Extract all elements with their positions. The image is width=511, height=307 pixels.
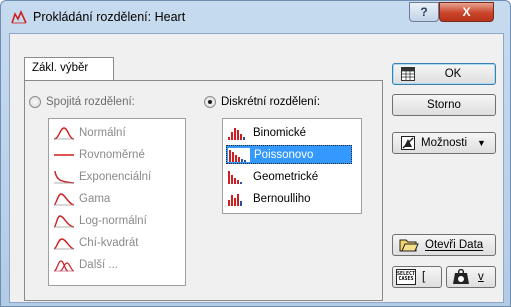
normal-curve-icon bbox=[53, 126, 75, 140]
tab-basic-selection[interactable]: Zákl. výběr bbox=[24, 57, 114, 81]
window-title: Prokládání rozdělení: Heart bbox=[33, 10, 186, 24]
list-item-lognormal[interactable]: Log-normální bbox=[52, 211, 178, 230]
list-item-uniform[interactable]: Rovnoměrné bbox=[52, 145, 178, 164]
continuous-distribution-list[interactable]: Normální Rovnoměrné Exponenciální Gama L… bbox=[48, 118, 186, 286]
continuous-radio[interactable]: Spojitá rozdělení: bbox=[29, 96, 135, 108]
dialog-window: Prokládání rozdělení: Heart ? X Zákl. vý… bbox=[0, 0, 511, 307]
ok-button[interactable]: OK bbox=[392, 63, 496, 85]
radio-circle bbox=[29, 96, 41, 108]
list-item-binomial[interactable]: Binomické bbox=[226, 123, 352, 142]
gamma-curve-icon bbox=[53, 192, 75, 206]
list-item-bernoulli[interactable]: Bernoulliho bbox=[226, 189, 352, 208]
continuous-radio-label: Spojitá rozdělení: bbox=[46, 96, 135, 108]
app-icon bbox=[11, 10, 27, 24]
histogram-icon bbox=[228, 170, 242, 184]
histogram-icon bbox=[228, 193, 242, 206]
radio-circle bbox=[204, 96, 216, 108]
cancel-button[interactable]: Storno bbox=[392, 94, 496, 116]
close-icon: X bbox=[462, 5, 471, 19]
dialog-body: Zákl. výběr Spojitá rozdělení: Diskrétní… bbox=[9, 33, 504, 303]
list-item-normal[interactable]: Normální bbox=[52, 123, 178, 142]
dropdown-arrow-icon: ▼ bbox=[477, 138, 486, 148]
list-item-gamma[interactable]: Gama bbox=[52, 189, 178, 208]
open-data-button[interactable]: Otevři Data bbox=[392, 234, 496, 256]
list-item-poisson[interactable]: Poissonovo bbox=[226, 145, 352, 164]
help-icon: ? bbox=[420, 5, 428, 19]
options-button[interactable]: Možnosti ▼ bbox=[392, 132, 496, 154]
list-item-more[interactable]: Další ... bbox=[52, 255, 178, 274]
uniform-line-icon bbox=[54, 153, 74, 156]
close-button[interactable]: X bbox=[439, 2, 494, 22]
multiple-curves-icon bbox=[53, 259, 75, 272]
help-button[interactable]: ? bbox=[409, 2, 439, 22]
histogram-icon bbox=[228, 147, 250, 162]
list-item-chisquare[interactable]: Chí-kvadrát bbox=[52, 233, 178, 252]
discrete-radio[interactable]: Diskrétní rozdělení: bbox=[204, 96, 320, 108]
weight-icon bbox=[453, 269, 469, 284]
tab-panel: Spojitá rozdělení: Diskrétní rozdělení: … bbox=[24, 80, 383, 301]
histogram-icon bbox=[228, 127, 245, 140]
list-item-geometric[interactable]: Geometrické bbox=[226, 167, 352, 186]
select-cases-button[interactable]: SELECT CASES [ bbox=[392, 266, 442, 288]
discrete-distribution-list[interactable]: Binomické Poissonovo Geometrické Bernoul… bbox=[222, 118, 362, 214]
weights-button[interactable]: v bbox=[446, 266, 496, 288]
open-folder-icon bbox=[399, 239, 419, 252]
options-icon bbox=[401, 136, 415, 150]
discrete-radio-label: Diskrétní rozdělení: bbox=[221, 96, 321, 108]
chisquare-curve-icon bbox=[53, 237, 75, 250]
grid-icon bbox=[401, 67, 415, 81]
lognormal-curve-icon bbox=[53, 214, 75, 228]
list-item-exponential[interactable]: Exponenciální bbox=[52, 167, 178, 186]
select-cases-icon: SELECT CASES bbox=[396, 269, 416, 285]
exponential-curve-icon bbox=[54, 170, 75, 184]
title-bar[interactable]: Prokládání rozdělení: Heart ? X bbox=[1, 1, 510, 31]
